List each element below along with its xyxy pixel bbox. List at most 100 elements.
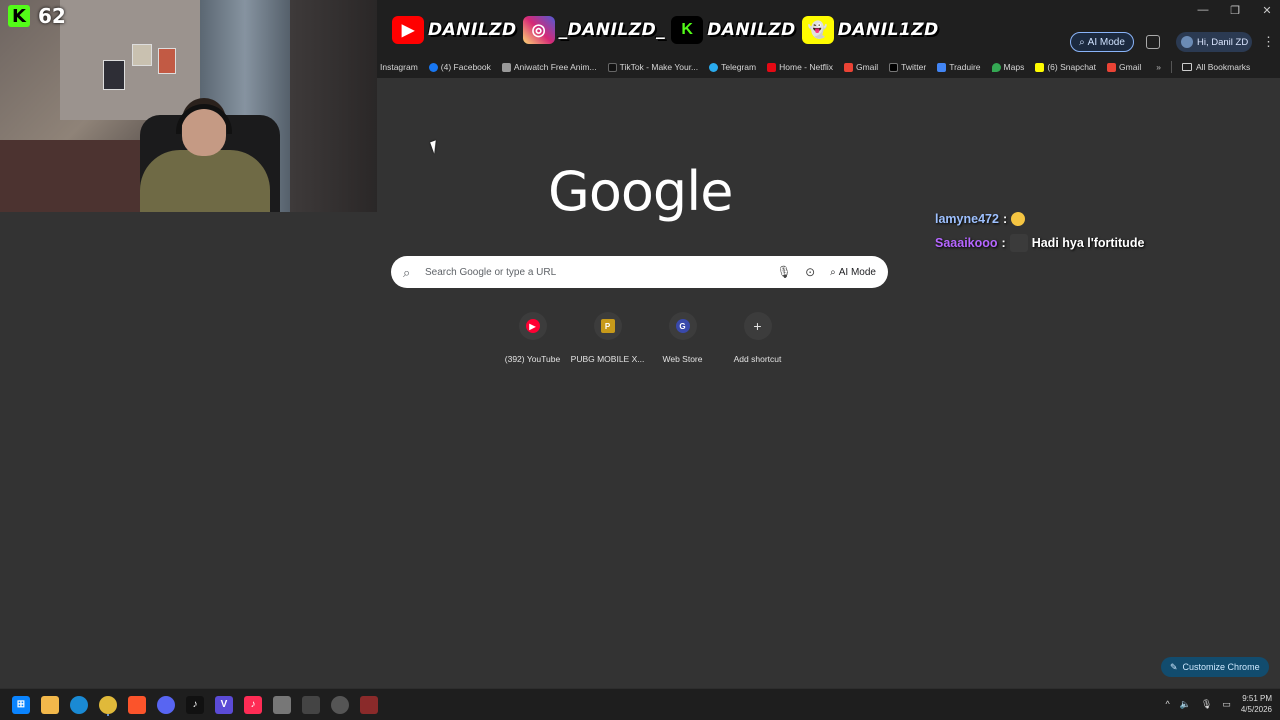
v-app-icon[interactable]: V (215, 695, 233, 714)
kick-icon: K (671, 16, 704, 44)
ai-mode-label: AI Mode (838, 266, 876, 278)
bookmark-label: Aniwatch Free Anim... (513, 62, 597, 72)
tiktok-icon[interactable]: ♪ (186, 695, 204, 714)
bookmark-item[interactable]: Maps (991, 62, 1024, 72)
webcam-overlay (0, 0, 377, 212)
instagram-icon: ◎ (522, 16, 555, 44)
bookmark-item[interactable]: Telegram (709, 62, 756, 72)
social-name: DANILZD (707, 20, 796, 40)
obs-icon[interactable] (331, 695, 349, 714)
window-controls: — ❐ ✕ (1196, 4, 1274, 17)
ai-mode-search-button[interactable]: ⌕ AI Mode (830, 267, 876, 278)
emote-icon (1009, 234, 1028, 252)
clock-time: 9:51 PM (1242, 694, 1272, 703)
chrome-icon[interactable] (99, 695, 117, 714)
shortcut-tile: G (668, 312, 697, 340)
bookmark-item[interactable]: Home - Netflix (767, 62, 833, 72)
extensions-icon[interactable] (1146, 35, 1160, 49)
chat-message: lamyne472 : (935, 212, 1144, 226)
file-explorer-icon[interactable] (41, 695, 59, 714)
shortcut-pubg[interactable]: P PUBG MOBILE X... (570, 312, 645, 364)
bookmark-item[interactable]: (6) Snapchat (1035, 62, 1096, 72)
all-bookmarks-button[interactable]: All Bookmarks (1181, 62, 1251, 72)
profile-label: Hi, Danil ZD (1197, 36, 1249, 48)
network-icon[interactable]: ▭ (1222, 699, 1231, 710)
clock[interactable]: 9:51 PM 4/5/2026 (1241, 693, 1272, 715)
menu-icon[interactable]: ⋮ (1262, 34, 1275, 50)
pubg-icon: P (600, 319, 615, 333)
app-icon[interactable] (302, 695, 320, 714)
chevron-up-icon[interactable]: ^ (1165, 699, 1169, 709)
lens-icon[interactable]: ⊙ (802, 265, 818, 279)
stream-chat-overlay: lamyne472 : Saaaikooo : Hadi hya l'forti… (935, 212, 1144, 260)
chevron-more-icon[interactable]: » (1156, 62, 1161, 72)
microphone-icon[interactable]: 🎙 (1201, 699, 1212, 710)
search-input[interactable]: Search Google or type a URL (425, 267, 766, 278)
social-instagram: ◎ _DANILZD_ (522, 16, 666, 44)
social-banner: ▶ DANILZD ◎ _DANILZD_ K DANILZD 👻 DANIL1… (392, 16, 939, 44)
speaker-icon[interactable]: 🔈 (1180, 699, 1191, 710)
chat-username: lamyne472 (935, 212, 999, 226)
bookmark-label: Twitter (901, 62, 927, 72)
tiktok-live-icon[interactable]: ♪ (244, 695, 262, 714)
ai-mode-button[interactable]: ⌕ AI Mode (1070, 32, 1134, 52)
bookmark-label: Telegram (721, 62, 757, 72)
shortcut-youtube[interactable]: ▶ (392) YouTube (495, 312, 570, 364)
smile-emoji-icon (1011, 212, 1026, 226)
bookmark-item[interactable]: Gmail (843, 62, 879, 72)
snapchat-icon: 👻 (801, 16, 834, 44)
social-kick: K DANILZD (671, 16, 796, 44)
system-tray: ^ 🔈 🎙 ▭ 9:51 PM 4/5/2026 (1165, 693, 1272, 715)
telegram-icon (709, 62, 719, 72)
shortcut-tile: ▶ (518, 312, 547, 340)
camera-icon[interactable] (273, 695, 291, 714)
bookmark-item[interactable]: Traduire (937, 62, 981, 72)
bookmark-label: Home - Netflix (779, 62, 833, 72)
game-icon[interactable] (360, 695, 378, 714)
bookmark-item[interactable]: Twitter (889, 62, 926, 72)
facebook-icon (428, 62, 438, 72)
bookmark-label: TikTok - Make Your... (619, 62, 699, 72)
bookmark-item[interactable]: TikTok - Make Your... (607, 62, 699, 72)
restore-icon[interactable]: ❐ (1228, 4, 1242, 17)
kick-icon: K (8, 5, 30, 27)
bookmarks-bar: Instagram (4) Facebook Aniwatch Free Ani… (377, 56, 1280, 78)
windows-start-icon[interactable]: ⊞ (12, 695, 30, 714)
chat-separator: : (1002, 212, 1008, 226)
shortcut-web-store[interactable]: G Web Store (645, 312, 720, 364)
bookmark-label: Gmail (855, 62, 879, 72)
chat-separator: : (1001, 236, 1006, 250)
brave-icon[interactable] (128, 695, 146, 714)
youtube-icon: ▶ (525, 319, 540, 333)
social-name: DANILZD (428, 20, 517, 40)
customize-label: Customize Chrome (1182, 662, 1260, 672)
gmail-icon (843, 62, 853, 72)
bookmark-label: Traduire (949, 62, 981, 72)
viewer-count: 62 (38, 4, 66, 28)
edge-icon[interactable] (70, 695, 88, 714)
microphone-icon[interactable]: 🎙 (776, 265, 792, 279)
search-icon: ⌕ (403, 265, 411, 280)
bookmark-item[interactable]: (4) Facebook (428, 62, 491, 72)
search-box[interactable]: ⌕ Search Google or type a URL 🎙 ⊙ ⌕ AI Mo… (391, 256, 888, 288)
snapchat-icon (1035, 62, 1045, 72)
shortcut-label: PUBG MOBILE X... (570, 354, 645, 364)
bookmark-label: (6) Snapchat (1047, 62, 1097, 72)
discord-icon[interactable] (157, 695, 175, 714)
chat-username: Saaaikooo (935, 236, 998, 250)
customize-chrome-button[interactable]: ✎ Customize Chrome (1161, 657, 1269, 677)
add-shortcut-button[interactable]: + Add shortcut (720, 312, 795, 364)
bookmark-item[interactable]: Aniwatch Free Anim... (501, 62, 597, 72)
kick-viewer-counter: K 62 (8, 4, 66, 28)
bookmark-item[interactable]: Gmail (1107, 62, 1141, 72)
taskbar: ⊞ ♪ V ♪ ^ 🔈 🎙 ▭ 9:51 PM 4/5/2026 (0, 688, 1280, 720)
all-bookmarks-label: All Bookmarks (1195, 62, 1251, 72)
shortcut-tile: P (593, 312, 622, 340)
close-icon[interactable]: ✕ (1260, 4, 1274, 17)
bookmark-label: Gmail (1119, 62, 1142, 72)
minimize-icon[interactable]: — (1196, 4, 1210, 17)
bookmark-label: Instagram (380, 62, 418, 72)
bookmark-item[interactable]: Instagram (380, 62, 418, 72)
social-youtube: ▶ DANILZD (392, 16, 517, 44)
profile-button[interactable]: Hi, Danil ZD (1176, 32, 1252, 52)
